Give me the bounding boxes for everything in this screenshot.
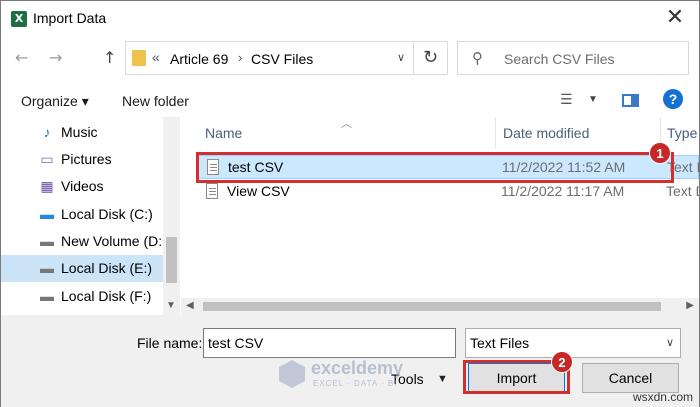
nav-item-label: Pictures (61, 151, 112, 167)
nav-item-local-disk-e[interactable]: ▬ Local Disk (E:) (1, 255, 163, 282)
column-header-name[interactable]: Name (197, 117, 495, 149)
nav-item-videos[interactable]: ▦ Videos (1, 173, 163, 200)
pictures-icon: ▭ (40, 151, 54, 167)
exceldemy-watermark: exceldemy EXCEL · DATA · BI (279, 358, 429, 392)
column-header-label: Name (205, 125, 243, 141)
watermark-tagline: EXCEL · DATA · BI (313, 379, 398, 388)
file-name: View CSV (227, 183, 290, 199)
scroll-left-icon[interactable]: ◀ (186, 300, 194, 311)
step-badge-2: 2 (551, 351, 573, 373)
search-box[interactable]: ⚲ Search CSV Files (457, 41, 689, 75)
file-name-input[interactable]: test CSV (203, 328, 456, 358)
drive-icon: ▬ (40, 233, 54, 249)
preview-pane-icon[interactable] (622, 94, 639, 107)
nav-item-label: Local Disk (C:) (61, 206, 153, 222)
import-data-dialog: X Import Data ✕ ← → ↑ « Article 69 › CSV… (0, 0, 700, 407)
list-horizontal-scrollbar[interactable]: ◀ ▶ (181, 298, 699, 315)
up-arrow-icon[interactable]: ↑ (103, 48, 116, 67)
breadcrumb-separator[interactable]: › (238, 50, 242, 65)
scrollbar-thumb[interactable] (166, 237, 177, 283)
nav-item-new-volume-d[interactable]: ▬ New Volume (D: (1, 228, 163, 255)
close-icon[interactable]: ✕ (663, 5, 687, 31)
file-type-value: Text Files (470, 335, 530, 351)
navigation-pane: ♪ Music ▭ Pictures ▦ Videos ▬ Local Disk… (1, 117, 181, 315)
music-icon: ♪ (43, 124, 51, 140)
search-icon: ⚲ (472, 49, 483, 67)
refresh-icon[interactable]: ↻ (413, 42, 447, 74)
nav-scrollbar[interactable]: ▼ (163, 117, 180, 315)
nav-item-label: Local Disk (F:) (61, 288, 152, 304)
nav-item-local-disk-f[interactable]: ▬ Local Disk (F:) (1, 283, 163, 310)
nav-item-label: Music (61, 124, 98, 140)
breadcrumb-overflow[interactable]: « (152, 49, 160, 65)
dialog-title: Import Data (33, 10, 107, 26)
highlight-box-test-csv (196, 152, 674, 183)
text-file-icon (206, 183, 218, 199)
column-header-label: Type (667, 125, 698, 141)
exceldemy-logo-icon (279, 360, 305, 388)
breadcrumb-article-69[interactable]: Article 69 (170, 51, 228, 67)
nav-item-label: Local Disk (E:) (61, 260, 153, 276)
title-bar: X Import Data ✕ (1, 1, 699, 35)
nav-item-label: Videos (61, 178, 104, 194)
nav-item-pictures[interactable]: ▭ Pictures (1, 146, 163, 173)
nav-item-music[interactable]: ♪ Music (1, 119, 163, 146)
scroll-right-icon[interactable]: ▶ (686, 300, 694, 311)
organize-button[interactable]: Organize ▾ (21, 93, 89, 110)
file-type: Text D (666, 183, 699, 199)
help-icon[interactable]: ? (663, 89, 683, 109)
scrollbar-thumb[interactable] (203, 302, 661, 311)
chevron-down-icon[interactable]: ▼ (588, 94, 598, 105)
chevron-down-icon[interactable]: ▼ (437, 373, 448, 385)
nav-item-local-disk-c[interactable]: ▬ Local Disk (C:) (1, 201, 163, 228)
search-placeholder: Search CSV Files (504, 51, 615, 67)
windows-drive-icon: ▬ (40, 206, 54, 222)
step-badge-1: 1 (649, 142, 671, 164)
back-arrow-icon[interactable]: ← (15, 48, 28, 67)
cancel-button[interactable]: Cancel (582, 363, 679, 393)
column-header-label: Date modified (503, 125, 590, 141)
chevron-down-icon[interactable]: ∨ (397, 51, 405, 64)
view-options-icon[interactable]: ☰ (560, 92, 573, 108)
file-type-select[interactable]: Text Files ∨ (465, 328, 681, 358)
file-name-value: test CSV (208, 335, 264, 351)
videos-icon: ▦ (40, 178, 54, 194)
new-folder-button[interactable]: New folder (122, 93, 189, 109)
file-row-view-csv[interactable]: View CSV 11/2/2022 11:17 AM Text D (197, 180, 699, 204)
toolbar: Organize ▾ New folder ☰ ▼ ? (1, 85, 699, 117)
file-name-label: File name: (137, 335, 203, 351)
drive-icon: ▬ (40, 260, 54, 276)
nav-item-label: New Volume (D: (61, 233, 163, 249)
address-bar[interactable]: « Article 69 › CSV Files ∨ ↻ (125, 41, 448, 75)
site-credit: wsxdn.com (632, 390, 693, 404)
drive-icon: ▬ (40, 288, 54, 304)
scroll-down-icon[interactable]: ▼ (166, 300, 176, 311)
column-header-date-modified[interactable]: Date modified (495, 117, 661, 149)
excel-logo-icon: X (11, 11, 27, 27)
file-list: ︿ Name Date modified Type test CSV 11/2/… (181, 117, 700, 315)
breadcrumb-csv-files[interactable]: CSV Files (251, 51, 313, 67)
folder-icon (132, 50, 146, 66)
file-date: 11/2/2022 11:17 AM (501, 183, 625, 199)
watermark-brand: exceldemy (311, 358, 404, 378)
forward-arrow-icon[interactable]: → (49, 48, 62, 67)
chevron-down-icon: ∨ (665, 337, 674, 349)
